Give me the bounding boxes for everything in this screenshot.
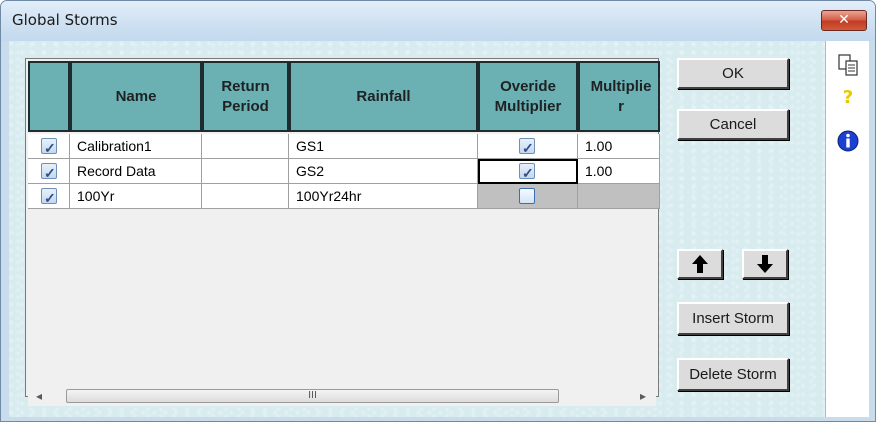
check-icon: ✓ (522, 140, 534, 156)
name-cell[interactable]: 100Yr (70, 184, 202, 209)
column-header-multiplier[interactable]: Multiplie r (578, 61, 660, 132)
scroll-right-icon[interactable]: ▸ (640, 389, 646, 403)
dialog-body: Name Return Period Rainfall Overide Mult… (9, 41, 825, 417)
scrollbar-thumb[interactable]: III (66, 389, 559, 403)
row-select-cell[interactable]: ✓ (28, 159, 70, 184)
scroll-left-icon[interactable]: ◂ (36, 389, 42, 403)
title-bar: Global Storms ✕ (1, 1, 875, 41)
window-title: Global Storms (12, 11, 118, 29)
cancel-button[interactable]: Cancel (677, 109, 789, 140)
column-header-return-period-label: Return Period (221, 77, 270, 115)
close-button[interactable]: ✕ (821, 10, 867, 31)
column-header-override-multiplier[interactable]: Overide Multiplier (478, 61, 578, 132)
row-select-cell[interactable]: ✓ (28, 184, 70, 209)
rainfall-cell[interactable]: GS2 (289, 159, 478, 184)
insert-storm-button[interactable]: Insert Storm (677, 302, 789, 335)
override-checkbox[interactable]: ✓ (519, 138, 535, 156)
override-checkbox[interactable] (519, 188, 535, 204)
multiplier-cell[interactable]: 1.00 (578, 134, 660, 159)
column-header-return-period[interactable]: Return Period (202, 61, 289, 132)
column-header-name[interactable]: Name (70, 61, 202, 132)
row-select-cell[interactable]: ✓ (28, 134, 70, 159)
multiplier-cell[interactable] (578, 184, 660, 209)
multiplier-cell[interactable]: 1.00 (578, 159, 660, 184)
delete-storm-button[interactable]: Delete Storm (677, 358, 789, 391)
copy-icon[interactable] (836, 53, 860, 77)
move-down-button[interactable] (742, 249, 788, 279)
scrollbar-grip-icon: III (308, 390, 317, 401)
horizontal-scrollbar[interactable]: ◂ III ▸ (28, 386, 656, 406)
side-toolbar: ? (825, 41, 869, 417)
override-cell[interactable]: ✓ (478, 134, 578, 159)
override-cell-selected[interactable]: ✓ (478, 159, 578, 184)
rainfall-cell[interactable]: GS1 (289, 134, 478, 159)
row-checkbox[interactable]: ✓ (41, 138, 57, 156)
check-icon: ✓ (44, 140, 56, 156)
column-header-rainfall[interactable]: Rainfall (289, 61, 478, 132)
arrow-up-icon (692, 255, 708, 273)
override-cell[interactable] (478, 184, 578, 209)
name-cell[interactable]: Calibration1 (70, 134, 202, 159)
move-up-button[interactable] (677, 249, 723, 279)
storms-table: Name Return Period Rainfall Overide Mult… (25, 58, 660, 406)
check-icon: ✓ (522, 165, 534, 181)
close-icon: ✕ (838, 12, 850, 28)
column-header-select (28, 61, 70, 132)
return-period-cell[interactable] (202, 159, 289, 184)
ok-button[interactable]: OK (677, 58, 789, 89)
row-checkbox[interactable]: ✓ (41, 163, 57, 181)
check-icon: ✓ (44, 190, 56, 206)
global-storms-window: Global Storms ✕ Name Return Period Rainf… (0, 0, 876, 422)
info-icon[interactable] (836, 129, 860, 153)
help-icon[interactable]: ? (836, 87, 860, 111)
override-checkbox[interactable]: ✓ (519, 163, 535, 181)
column-header-override-label: Overide Multiplier (494, 77, 562, 115)
row-checkbox[interactable]: ✓ (41, 188, 57, 206)
column-header-multiplier-label: Multiplie r (590, 77, 652, 115)
name-cell[interactable]: Record Data (70, 159, 202, 184)
return-period-cell[interactable] (202, 184, 289, 209)
return-period-cell[interactable] (202, 134, 289, 159)
check-icon: ✓ (44, 165, 56, 181)
arrow-down-icon (757, 255, 773, 273)
rainfall-cell[interactable]: 100Yr24hr (289, 184, 478, 209)
